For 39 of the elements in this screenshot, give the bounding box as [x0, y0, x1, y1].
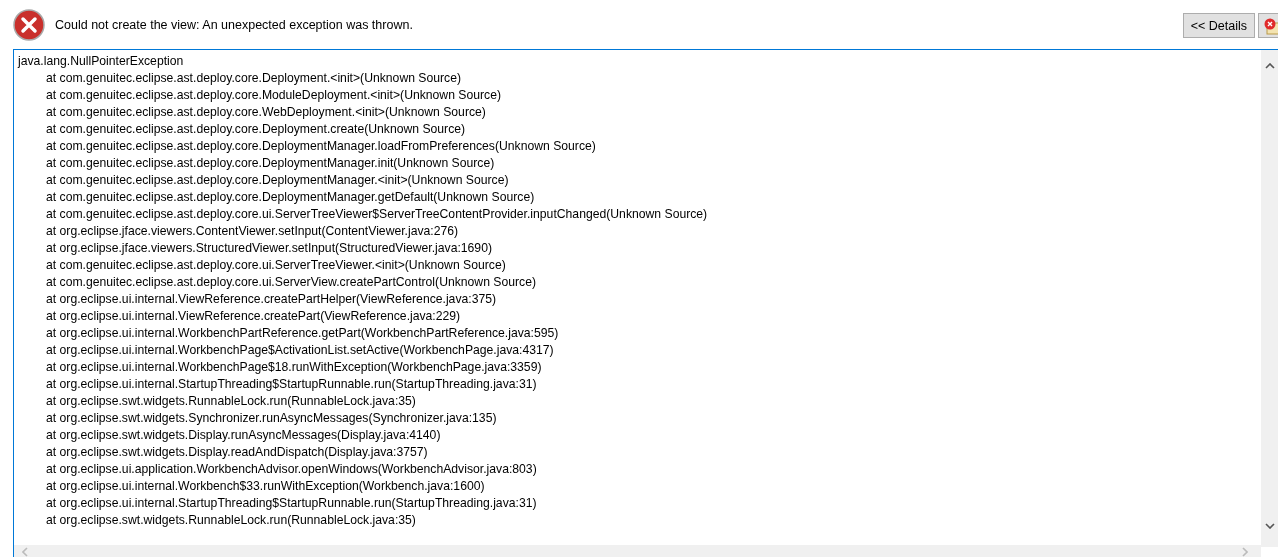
details-button[interactable]: << Details: [1182, 13, 1255, 38]
stack-frame-line: at org.eclipse.ui.internal.StartupThreading$StartupRunnable.run(StartupThreading.java:31): [45, 376, 538, 393]
scroll-up-icon: [1264, 63, 1275, 69]
vertical-scrollbar[interactable]: [1261, 50, 1278, 547]
stack-frame-line: at com.genuitec.eclipse.ast.deploy.core.DeploymentManager.init(Unknown Source): [45, 155, 496, 172]
scroll-left-icon: [22, 547, 28, 557]
stack-frame-line: at org.eclipse.ui.internal.StartupThreading$StartupRunnable.run(StartupThreading.java:31): [45, 495, 538, 512]
stack-frame-line: at com.genuitec.eclipse.ast.deploy.core.ui.ServerView.createPartControl(Unknown Source): [45, 274, 537, 291]
stack-frame-line: at org.eclipse.jface.viewers.StructuredViewer.setInput(StructuredViewer.java:1690): [45, 240, 493, 257]
stack-frame-line: at org.eclipse.swt.widgets.Display.runAsyncMessages(Display.java:4140): [45, 427, 442, 444]
stack-frame-line: at com.genuitec.eclipse.ast.deploy.core.WebDeployment.<init>(Unknown Source): [45, 104, 487, 121]
stack-frame-line: at com.genuitec.eclipse.ast.deploy.core.DeploymentManager.getDefault(Unknown Source): [45, 189, 536, 206]
stack-frame-line: at com.genuitec.eclipse.ast.deploy.core.ModuleDeployment.<init>(Unknown Source): [45, 87, 502, 104]
stack-trace-area[interactable]: [13, 49, 1278, 557]
stack-frame-line: at com.genuitec.eclipse.ast.deploy.core.ui.ServerTreeViewer.<init>(Unknown Source): [45, 257, 507, 274]
stack-frame-line: at org.eclipse.ui.internal.Workbench$33.runWithException(Workbench.java:1600): [45, 478, 486, 495]
stack-frame-line: at org.eclipse.swt.widgets.RunnableLock.run(RunnableLock.java:35): [45, 393, 417, 410]
exception-line: java.lang.NullPointerException: [18, 53, 185, 70]
stack-frame-line: at org.eclipse.ui.application.WorkbenchAdvisor.openWindows(WorkbenchAdvisor.java:803): [45, 461, 538, 478]
error-icon: [1263, 16, 1278, 35]
stack-frame-line: at com.genuitec.eclipse.ast.deploy.core.Deployment.create(Unknown Source): [45, 121, 467, 138]
stack-frame-line: at com.genuitec.eclipse.ast.deploy.core.Deployment.<init>(Unknown Source): [45, 70, 463, 87]
stack-frame-line: at com.genuitec.eclipse.ast.deploy.core.DeploymentManager.loadFromPreferences(Unknown Source): [45, 138, 597, 155]
scroll-right-icon: [1242, 547, 1248, 557]
stack-frame-line: at org.eclipse.jface.viewers.ContentViewer.setInput(ContentViewer.java:276): [45, 223, 460, 240]
horizontal-scrollbar[interactable]: [14, 545, 1261, 557]
stack-frame-line: at com.genuitec.eclipse.ast.deploy.core.ui.ServerTreeViewer$ServerTreeContentProvider.inputChanged(Unknown Source): [45, 206, 709, 223]
stack-frame-line: at org.eclipse.ui.internal.WorkbenchPage$18.runWithException(WorkbenchPage.java:3359): [45, 359, 543, 376]
stack-frame-line: at org.eclipse.ui.internal.WorkbenchPage$ActivationList.setActive(WorkbenchPage.java:4317): [45, 342, 555, 359]
stack-frame-line: at org.eclipse.ui.internal.ViewReference.createPartHelper(ViewReference.java:375): [45, 291, 498, 308]
stack-frame-line: at org.eclipse.swt.widgets.Display.readAndDispatch(Display.java:3757): [45, 444, 429, 461]
scroll-down-icon: [1264, 523, 1275, 529]
error-message: Could not create the view: An unexpected exception was thrown.: [55, 17, 413, 32]
error-icon: [13, 8, 45, 41]
stack-frame-line: at com.genuitec.eclipse.ast.deploy.core.DeploymentManager.<init>(Unknown Source): [45, 172, 510, 189]
stack-frame-line: at org.eclipse.ui.internal.WorkbenchPartReference.getPart(WorkbenchPartReference.java:595): [45, 325, 560, 342]
stack-frame-line: at org.eclipse.ui.internal.ViewReference.createPart(ViewReference.java:229): [45, 308, 462, 325]
stack-frame-line: at org.eclipse.swt.widgets.Synchronizer.runAsyncMessages(Synchronizer.java:135): [45, 410, 498, 427]
stack-frame-line: at org.eclipse.swt.widgets.RunnableLock.run(RunnableLock.java:35): [45, 512, 417, 529]
